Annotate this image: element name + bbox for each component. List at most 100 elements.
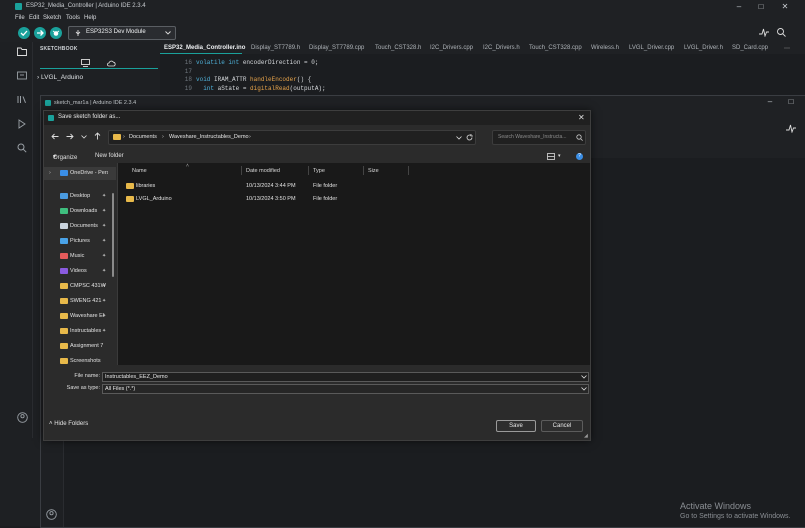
- tab-touch-cst328-h[interactable]: Touch_CST328.h: [375, 45, 421, 51]
- account-icon[interactable]: [46, 509, 57, 520]
- recent-locations-chevron-icon[interactable]: [81, 135, 87, 139]
- file-name-dropdown-icon[interactable]: [581, 375, 587, 379]
- save-type-select[interactable]: All Files (*.*): [102, 384, 589, 394]
- tab-lvgl-driver-cpp[interactable]: LVGL_Driver.cpp: [629, 45, 674, 51]
- refresh-icon[interactable]: [466, 134, 473, 141]
- back-arrow-icon[interactable]: [51, 133, 59, 140]
- boards-manager-icon[interactable]: [17, 71, 27, 80]
- nav-item[interactable]: CMPSC 431W ✦: [44, 280, 116, 293]
- cloud-icon[interactable]: [107, 60, 116, 67]
- column-name[interactable]: Name: [132, 168, 147, 174]
- tab-i2c-drivers-cpp[interactable]: I2C_Drivers.cpp: [430, 45, 473, 51]
- save-options-area: File name: Instructables_EEZ_Demo Save a…: [44, 365, 590, 440]
- nav-item[interactable]: Assignment 7: [44, 340, 116, 353]
- column-date-modified[interactable]: Date modified: [246, 168, 280, 174]
- code-token: int: [228, 59, 243, 66]
- account-icon[interactable]: [17, 412, 28, 423]
- nav-item[interactable]: Pictures ✦: [44, 235, 116, 248]
- file-name-input[interactable]: Instructables_EEZ_Demo: [102, 372, 589, 382]
- nav-item-icon: [60, 170, 68, 176]
- upload-button[interactable]: [34, 27, 46, 39]
- debug-button[interactable]: [50, 27, 62, 39]
- chevron-up-icon: ˄: [49, 421, 53, 427]
- menu-edit[interactable]: Edit: [29, 15, 39, 21]
- nav-item[interactable]: Music ✦: [44, 250, 116, 263]
- debug-panel-icon[interactable]: [17, 119, 27, 129]
- file-row[interactable]: LVGL_Arduino 10/13/2024 3:50 PM File folde…: [118, 193, 590, 206]
- sketch-minimize-button[interactable]: –: [764, 97, 776, 107]
- nav-item[interactable]: Instructables ✦: [44, 325, 116, 338]
- tab-display-st7789-h[interactable]: Display_ST7789.h: [251, 45, 300, 51]
- chevron-right-icon[interactable]: ›: [49, 170, 51, 176]
- close-button[interactable]: ✕: [779, 2, 791, 12]
- nav-item[interactable]: SWENG 421 ✦: [44, 295, 116, 308]
- save-button[interactable]: Save: [496, 420, 536, 432]
- address-bar[interactable]: › Documents › Waveshare_Instructables_De…: [108, 130, 476, 145]
- nav-item[interactable]: Desktop ✦: [44, 190, 116, 203]
- up-arrow-icon[interactable]: [94, 132, 101, 140]
- organize-label: Organize: [53, 155, 78, 161]
- menu-tools[interactable]: Tools: [66, 15, 80, 21]
- activation-watermark-subtitle: Go to Settings to activate Windows.: [680, 513, 791, 520]
- code-token: encoderDirection = 0;: [242, 59, 319, 66]
- column-type[interactable]: Type: [313, 168, 325, 174]
- cancel-button-label: Cancel: [552, 423, 572, 429]
- nav-item-label: OneDrive - Perso: [70, 170, 108, 176]
- nav-item[interactable]: Waveshare El ✦: [44, 310, 116, 323]
- dialog-title: Save sketch folder as...: [58, 114, 121, 120]
- dialog-close-button[interactable]: ✕: [578, 113, 585, 122]
- verify-button[interactable]: [18, 27, 30, 39]
- resize-grip-icon[interactable]: ◢: [584, 433, 588, 439]
- hide-folders-toggle[interactable]: ˄ Hide Folders: [49, 421, 88, 427]
- nav-item[interactable]: › OneDrive - Perso: [44, 167, 116, 180]
- menu-sketch[interactable]: Sketch: [43, 15, 61, 21]
- tab-sd-card-cpp[interactable]: SD_Card.cpp: [732, 45, 768, 51]
- nav-item[interactable]: Videos ✦: [44, 265, 116, 278]
- menu-help[interactable]: Help: [84, 15, 96, 21]
- view-options-icon[interactable]: [547, 153, 555, 160]
- menu-file[interactable]: File: [15, 15, 25, 21]
- code-editor[interactable]: 16 volatile int encoderDirection = 0; 17 18…: [160, 54, 805, 95]
- file-row[interactable]: libraries 10/13/2024 3:44 PM File folder: [118, 180, 590, 193]
- save-type-dropdown-icon[interactable]: [581, 387, 587, 391]
- column-size[interactable]: Size: [368, 168, 379, 174]
- address-dropdown-icon[interactable]: [456, 136, 462, 140]
- local-sketchbook-icon[interactable]: [81, 59, 90, 67]
- serial-plotter-icon[interactable]: [786, 124, 796, 133]
- view-dropdown-icon[interactable]: ▾: [558, 153, 561, 159]
- organize-button[interactable]: Organize ▾: [53, 153, 77, 161]
- serial-monitor-icon[interactable]: [776, 27, 786, 37]
- pin-icon: ✦: [102, 223, 107, 229]
- search-icon[interactable]: [17, 143, 27, 153]
- sketch-maximize-button[interactable]: □: [785, 97, 797, 107]
- search-box[interactable]: Search Waveshare_Instructa...: [492, 130, 586, 145]
- library-manager-icon[interactable]: [17, 95, 27, 104]
- help-icon[interactable]: ?: [576, 153, 583, 160]
- tab-i2c-drivers-h[interactable]: I2C_Drivers.h: [483, 45, 520, 51]
- breadcrumb-waveshare[interactable]: Waveshare_Instructables_Demo: [169, 134, 249, 140]
- serial-plotter-icon[interactable]: [759, 28, 769, 37]
- tab-esp32-media-controller[interactable]: ESP32_Media_Controller.ino: [164, 45, 245, 51]
- minimize-button[interactable]: –: [733, 2, 745, 12]
- breadcrumb-separator: ›: [123, 134, 125, 140]
- navigation-pane: › OneDrive - Perso Desktop✦ Downloads✦ Docum…: [44, 163, 118, 365]
- tab-wireless-h[interactable]: Wireless.h: [591, 45, 619, 51]
- maximize-button[interactable]: □: [755, 2, 767, 12]
- tabs-overflow-icon[interactable]: ⋯: [784, 45, 790, 52]
- file-list: Name ˄ Date modified Type Size libraries…: [118, 163, 590, 365]
- nav-item[interactable]: Documents ✦: [44, 220, 116, 233]
- activity-bar: [11, 42, 33, 438]
- board-selector[interactable]: ESP32S3 Dev Module: [68, 26, 176, 40]
- forward-arrow-icon[interactable]: [66, 133, 74, 140]
- breadcrumb-documents[interactable]: Documents: [129, 134, 157, 140]
- tab-display-st7789-cpp[interactable]: Display_ST7789.cpp: [309, 45, 364, 51]
- nav-scrollbar[interactable]: [112, 193, 114, 277]
- nav-item[interactable]: Downloads ✦: [44, 205, 116, 218]
- cancel-button[interactable]: Cancel: [541, 420, 583, 432]
- folder-icon[interactable]: [17, 47, 27, 56]
- tab-lvgl-driver-h[interactable]: LVGL_Driver.h: [684, 45, 723, 51]
- sketch-tree-item[interactable]: › LVGL_Arduino: [37, 74, 83, 81]
- new-folder-button[interactable]: New folder: [95, 153, 124, 159]
- save-dialog: Save sketch folder as... ✕ › Documents ›…: [43, 110, 591, 441]
- tab-touch-cst328-cpp[interactable]: Touch_CST328.cpp: [529, 45, 582, 51]
